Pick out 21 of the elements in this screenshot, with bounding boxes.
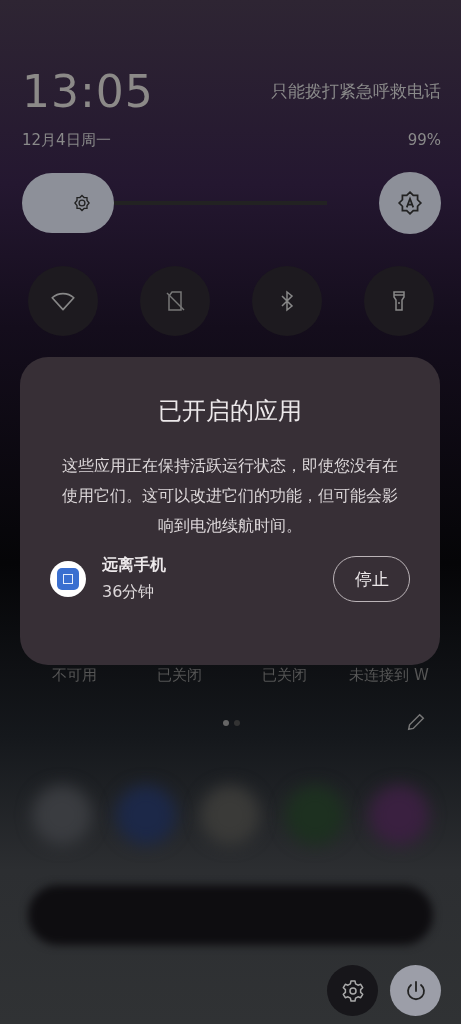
- toggle-status: 未连接到 W: [348, 666, 430, 685]
- app-name: 远离手机: [102, 555, 167, 576]
- no-sim-icon: [163, 289, 187, 313]
- dialog-title: 已开启的应用: [157, 396, 303, 427]
- app-duration: 36分钟: [102, 582, 156, 603]
- carrier-status: 只能拨打紧急呼救电话: [271, 80, 441, 103]
- power-button[interactable]: [390, 965, 441, 1016]
- auto-brightness-icon: [397, 190, 423, 216]
- toggle-status: 已关闭: [260, 666, 308, 685]
- date-label: 12月4日周一: [22, 131, 111, 150]
- clock-time: 13:05: [22, 66, 154, 117]
- brightness-fill[interactable]: [22, 173, 114, 233]
- dialog-message: 这些应用正在保持活跃运行状态，即使您没有在使用它们。这可以改进它们的功能，但可能会影响到电池续航时间。: [61, 456, 399, 537]
- battery-percent: 99%: [407, 131, 441, 150]
- toggle-status: 已关闭: [155, 666, 203, 685]
- toggle-status: 不可用: [50, 666, 98, 685]
- app-icon: [50, 561, 86, 597]
- settings-button[interactable]: [327, 965, 378, 1016]
- settings-icon: [340, 978, 365, 1003]
- brightness-icon: [71, 193, 92, 213]
- edit-icon[interactable]: [405, 711, 427, 733]
